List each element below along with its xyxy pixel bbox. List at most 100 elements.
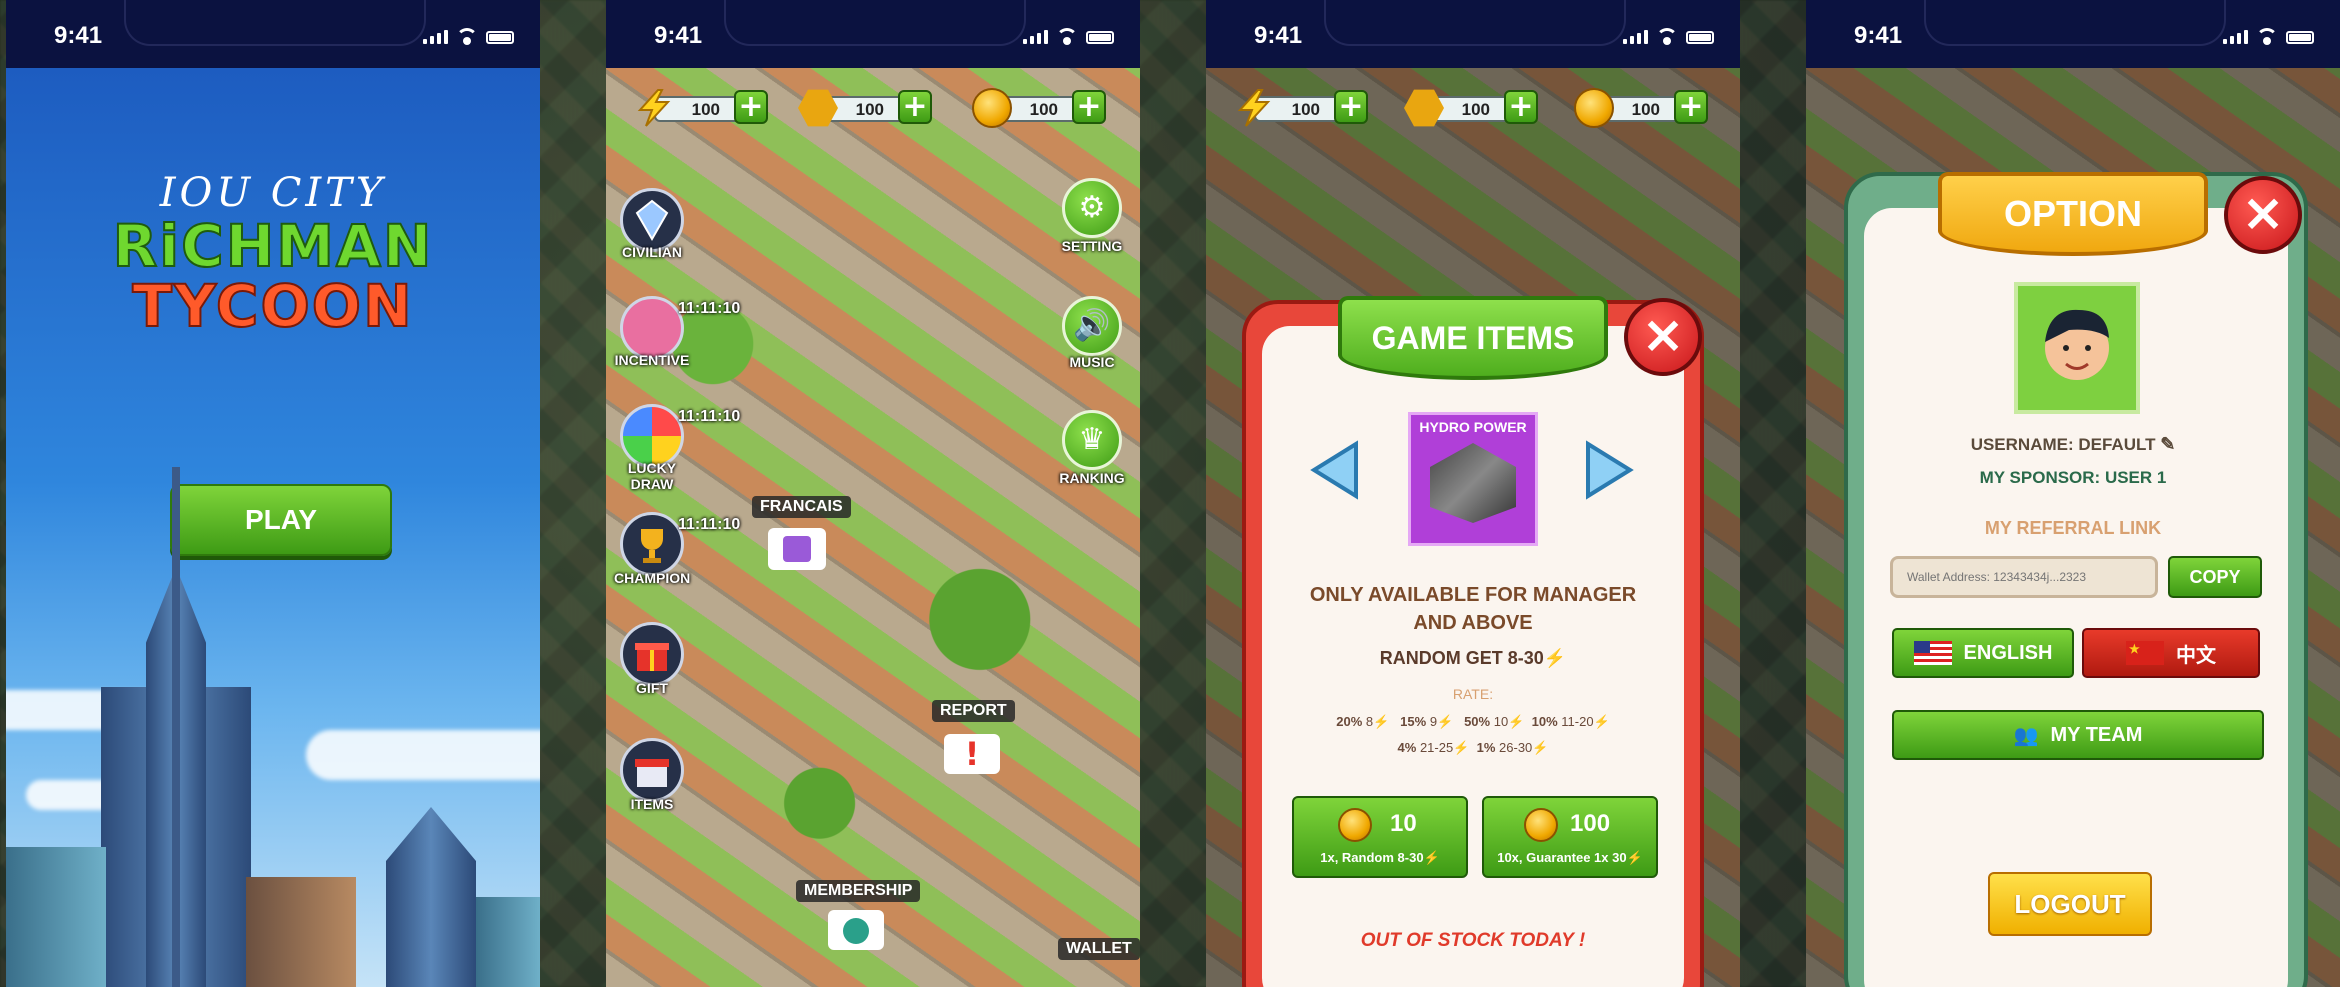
status-time: 9:41 bbox=[654, 22, 703, 49]
gift-button[interactable] bbox=[620, 622, 684, 686]
report-label[interactable]: REPORT bbox=[932, 700, 1015, 722]
copy-button[interactable]: COPY bbox=[2168, 556, 2262, 598]
iou-resource: 100 + bbox=[798, 89, 932, 127]
close-icon[interactable]: × bbox=[2224, 176, 2302, 254]
my-team-button[interactable]: 👥 MY TEAM bbox=[1892, 710, 2264, 760]
out-of-stock-text: OUT OF STOCK TODAY ! bbox=[1360, 930, 1586, 951]
buy-1x-button[interactable]: 10 1x, Random 8-30⚡ bbox=[1292, 796, 1468, 878]
add-energy-button[interactable]: + bbox=[1334, 90, 1368, 124]
francais-label[interactable]: FRANCAIS bbox=[752, 496, 851, 518]
civilian-button[interactable] bbox=[620, 188, 684, 252]
status-time: 9:41 bbox=[54, 22, 103, 49]
sponsor-text: MY SPONSOR: USER 1 bbox=[1979, 468, 2167, 487]
username-text: USERNAME: DEFAULT bbox=[1970, 435, 2156, 454]
lucky-draw-label: LUCKY DRAW bbox=[627, 460, 677, 492]
wallet-address-field[interactable] bbox=[1890, 556, 2158, 598]
gear-icon[interactable]: ⚙ bbox=[1062, 178, 1122, 238]
battery-icon bbox=[2286, 31, 2314, 44]
add-energy-button[interactable]: + bbox=[734, 90, 768, 124]
status-bar: 9:41 bbox=[1806, 0, 2340, 68]
referral-title: MY REFERRAL LINK bbox=[1984, 518, 2162, 538]
random-get: RANDOM GET 8-30⚡ bbox=[1206, 648, 1740, 669]
speaker-icon[interactable]: 🔊 bbox=[1062, 296, 1122, 356]
incentive-timer: 11:11:10 bbox=[678, 300, 741, 317]
english-button[interactable]: ENGLISH bbox=[1892, 628, 2074, 678]
lucky-draw-button[interactable] bbox=[620, 404, 684, 468]
membership-label[interactable]: MEMBERSHIP bbox=[796, 880, 921, 902]
buy-1x-desc: 1x, Random 8-30⚡ bbox=[1320, 850, 1440, 865]
edit-pencil-icon[interactable]: ✎ bbox=[2160, 434, 2175, 454]
us-flag-icon bbox=[1913, 641, 1952, 665]
avatar[interactable] bbox=[2014, 282, 2140, 414]
add-coin-button[interactable]: + bbox=[1674, 90, 1708, 124]
add-iou-button[interactable]: + bbox=[1504, 90, 1538, 124]
buy-1x-price: 10 bbox=[1390, 810, 1417, 837]
logo-iou-city: IOU CITY bbox=[159, 170, 387, 216]
shop-bag-marker[interactable] bbox=[768, 528, 826, 570]
wifi-icon bbox=[1656, 28, 1678, 45]
battery-icon bbox=[486, 31, 514, 44]
game-items-screen: 9:41 100 + 100 + 100 + GAME ITEMS × HYDR… bbox=[1206, 0, 1740, 987]
champion-button[interactable] bbox=[620, 512, 684, 576]
items-label: ITEMS bbox=[630, 796, 674, 812]
availability-line2: AND ABOVE bbox=[1413, 612, 1533, 634]
wifi-icon bbox=[456, 28, 478, 45]
status-time: 9:41 bbox=[1854, 22, 1903, 49]
report-alert-icon[interactable]: ! bbox=[944, 734, 1000, 774]
ranking-label: RANKING bbox=[1059, 470, 1125, 486]
chinese-label: 中文 bbox=[2176, 644, 2216, 667]
close-icon[interactable]: × bbox=[1624, 298, 1702, 376]
crown-icon[interactable]: ♛ bbox=[1062, 410, 1122, 470]
coin-resource: 100 + bbox=[1574, 88, 1708, 128]
civilian-label: CIVILIAN bbox=[622, 244, 682, 260]
signal-icon bbox=[2223, 30, 2248, 44]
logo-tycoon: TYCOON bbox=[131, 272, 414, 340]
china-flag-icon: ★ bbox=[2126, 641, 2164, 665]
signal-icon bbox=[423, 30, 448, 44]
lucky-draw-timer: 11:11:10 bbox=[678, 408, 741, 425]
add-iou-button[interactable]: + bbox=[898, 90, 932, 124]
team-people-icon: 👥 bbox=[2013, 724, 2039, 747]
energy-resource: 100 + bbox=[634, 89, 768, 127]
iou-token-icon bbox=[1404, 89, 1444, 127]
items-button[interactable] bbox=[620, 738, 684, 802]
availability-line1: ONLY AVAILABLE FOR MANAGER bbox=[1309, 584, 1637, 606]
item-name: HYDRO POWER bbox=[1419, 419, 1527, 435]
arrow-right-icon[interactable] bbox=[1584, 440, 1634, 500]
gold-coin-icon bbox=[972, 88, 1012, 128]
buy-10x-price: 100 bbox=[1570, 810, 1611, 837]
status-bar: 9:41 bbox=[606, 0, 1140, 68]
splash-screen: 9:41 IOU CITY RiCHMAN TYCOON PLAY bbox=[6, 0, 540, 987]
my-team-label: MY TEAM bbox=[2050, 723, 2143, 746]
add-coin-button[interactable]: + bbox=[1072, 90, 1106, 124]
iou-token-icon bbox=[798, 89, 838, 127]
notch bbox=[1324, 0, 1626, 46]
incentive-label: INCENTIVE bbox=[614, 352, 690, 368]
iou-resource: 100 + bbox=[1404, 89, 1538, 127]
rate-label: RATE: bbox=[1452, 686, 1494, 702]
chinese-button[interactable]: ★ 中文 bbox=[2082, 628, 2260, 678]
buy-10x-desc: 10x, Guarantee 1x 30⚡ bbox=[1497, 850, 1643, 865]
signal-icon bbox=[1023, 30, 1048, 44]
status-time: 9:41 bbox=[1254, 22, 1303, 49]
play-button[interactable]: PLAY bbox=[170, 484, 392, 556]
logo-richman: RiCHMAN bbox=[112, 212, 434, 280]
buy-10x-button[interactable]: 100 10x, Guarantee 1x 30⚡ bbox=[1482, 796, 1658, 878]
wifi-icon bbox=[2256, 28, 2278, 45]
coin-resource: 100 + bbox=[972, 88, 1106, 128]
lightning-icon bbox=[1234, 88, 1274, 128]
game-logo: IOU CITY RiCHMAN TYCOON bbox=[6, 170, 540, 340]
arrow-left-icon[interactable] bbox=[1310, 440, 1360, 500]
incentive-button[interactable] bbox=[620, 296, 684, 360]
wallet-label[interactable]: WALLET bbox=[1058, 938, 1140, 960]
notch bbox=[1924, 0, 2226, 46]
battery-icon bbox=[1086, 31, 1114, 44]
username-row: USERNAME: DEFAULT ✎ bbox=[1806, 434, 2340, 455]
gold-coin-icon bbox=[1524, 808, 1558, 842]
membership-icon[interactable] bbox=[828, 910, 884, 950]
energy-resource: 100 + bbox=[1234, 89, 1368, 127]
hydro-power-item-card[interactable]: HYDRO POWER bbox=[1408, 412, 1538, 546]
setting-label: SETTING bbox=[1061, 238, 1123, 254]
random-get-text: RANDOM GET 8-30 bbox=[1379, 648, 1544, 668]
logout-button[interactable]: LOGOUT bbox=[1988, 872, 2152, 936]
